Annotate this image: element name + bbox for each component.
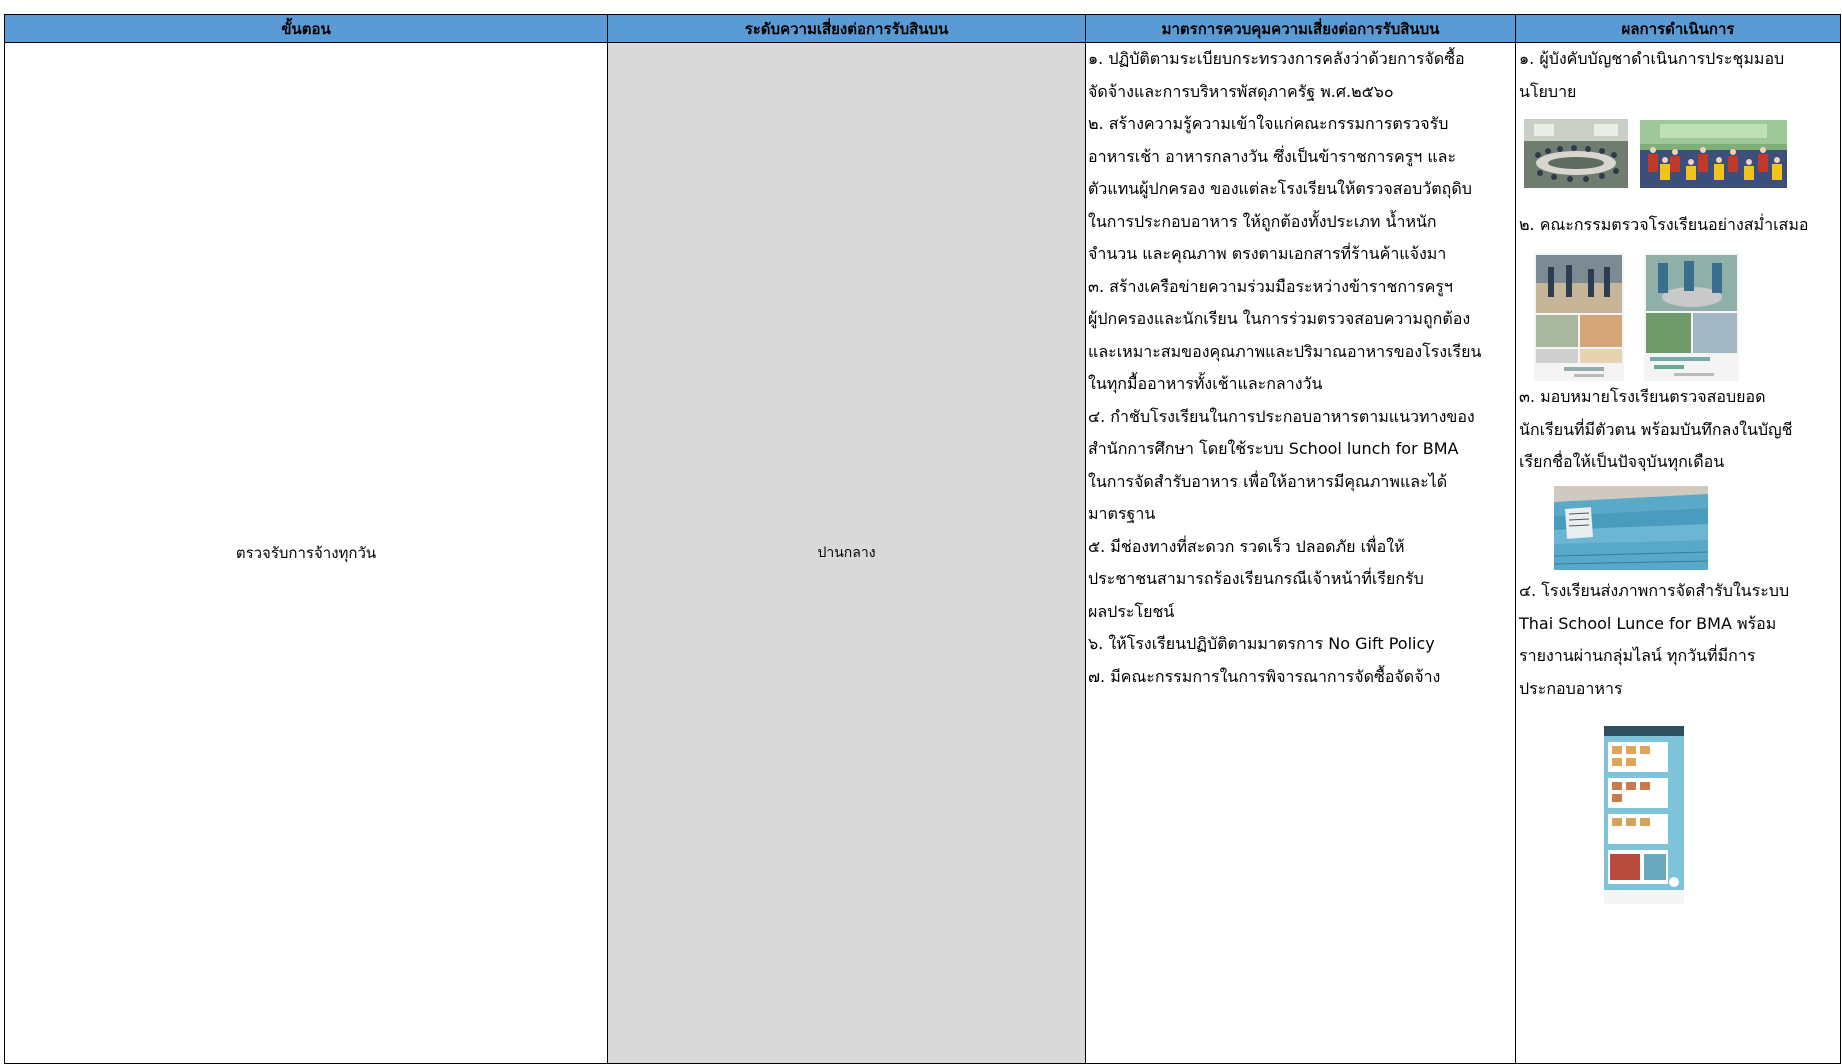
measure-line: จำนวน และคุณภาพ ตรงตามเอกสารที่ร้านค้าแจ… — [1088, 244, 1447, 263]
measure-line: ๖. ให้โรงเรียนปฏิบัติตามมาตรการ No Gift … — [1088, 634, 1435, 653]
result-item-1: ๑. ผู้บังคับบัญชาดำเนินการประชุมมอบ นโยบ… — [1519, 43, 1784, 108]
step-text: ตรวจรับการจ้างทุกวัน — [235, 544, 377, 562]
measure-line: สำนักการศึกษา โดยใช้ระบบ School lunch fo… — [1088, 439, 1459, 458]
measure-line: มาตรฐาน — [1088, 504, 1156, 523]
meeting-photo-2 — [1640, 120, 1787, 188]
result-line: รายงานผ่านกลุ่มไลน์ ทุกวันที่มีการ — [1519, 646, 1756, 665]
table-row: ตรวจรับการจ้างทุกวัน ปานกลาง ๑. ปฏิบัติต… — [4, 42, 1841, 1064]
result-line: ๒. คณะกรรมตรวจโรงเรียนอย่างสม่ำเสมอ — [1519, 215, 1809, 234]
measure-line: ในทุกมื้ออาหารทั้งเช้าและกลางวัน — [1088, 374, 1323, 393]
header-results[interactable]: ผลการดำเนินการ — [1515, 14, 1841, 43]
spreadsheet-sheet: ขั้นตอน ระดับความเสี่ยงต่อการรับสินบน มา… — [0, 0, 1842, 1064]
measure-line: ๔. กำชับโรงเรียนในการประกอบอาหารตามแนวทา… — [1088, 406, 1475, 426]
inspection-photo-1 — [1534, 253, 1624, 381]
result-line: นโยบาย — [1519, 81, 1577, 101]
measure-line: จัดจ้างและการบริหารพัสดุภาครัฐ พ.ศ.๒๕๖๐ — [1088, 81, 1394, 101]
inspection-photo-2 — [1644, 253, 1739, 381]
meeting-photo-1 — [1524, 119, 1628, 188]
measure-line: และเหมาะสมของคุณภาพและปริมาณอาหารของโรงเ… — [1088, 341, 1482, 361]
result-line: นักเรียนที่มีตัวตน พร้อมบันทึกลงในบัญชี — [1519, 419, 1793, 439]
cell-measures[interactable]: ๑. ปฏิบัติตามระเบียบกระทรวงการคลังว่าด้ว… — [1085, 42, 1516, 1064]
result-line: ประกอบอาหาร — [1519, 678, 1623, 698]
measure-line: ๓. สร้างเครือข่ายความร่วมมือระหว่างข้ารา… — [1088, 276, 1453, 296]
result-line: ๓. มอบหมายโรงเรียนตรวจสอบยอด — [1519, 387, 1766, 406]
measure-line: ตัวแทนผู้ปกครอง ของแต่ละโรงเรียนให้ตรวจส… — [1088, 179, 1472, 198]
header-row: ขั้นตอน ระดับความเสี่ยงต่อการรับสินบน มา… — [4, 14, 1841, 43]
risk-measures-table: ขั้นตอน ระดับความเสี่ยงต่อการรับสินบน มา… — [4, 14, 1841, 1064]
result-line: ๔. โรงเรียนส่งภาพการจัดสำรับในระบบ — [1519, 581, 1790, 600]
measure-line: ในการประกอบอาหาร ให้ถูกต้องทั้งประเภท น้… — [1088, 211, 1437, 231]
header-risk-level[interactable]: ระดับความเสี่ยงต่อการรับสินบน — [607, 14, 1086, 43]
result-item-2: ๒. คณะกรรมตรวจโรงเรียนอย่างสม่ำเสมอ — [1519, 209, 1808, 242]
register-documents-photo — [1554, 486, 1708, 570]
line-chat-screenshot — [1604, 726, 1684, 904]
result-line: เรียกชื่อให้เป็นปัจจุบันทุกเดือน — [1519, 452, 1725, 471]
measure-line: ผลประโยชน์ — [1088, 601, 1175, 621]
measure-line: ในการจัดสำรับอาหาร เพื่อให้อาหารมีคุณภาพ… — [1088, 471, 1448, 491]
result-item-4: ๔. โรงเรียนส่งภาพการจัดสำรับในระบบ Thai … — [1519, 575, 1789, 705]
header-measures[interactable]: มาตรการควบคุมความเสี่ยงต่อการรับสินบน — [1085, 14, 1516, 43]
cell-results[interactable]: ๑. ผู้บังคับบัญชาดำเนินการประชุมมอบ นโยบ… — [1515, 42, 1841, 1064]
measures-list: ๑. ปฏิบัติตามระเบียบกระทรวงการคลังว่าด้ว… — [1086, 43, 1515, 693]
result-item-3: ๓. มอบหมายโรงเรียนตรวจสอบยอด นักเรียนที่… — [1519, 381, 1793, 479]
cell-step[interactable]: ตรวจรับการจ้างทุกวัน — [4, 42, 608, 1064]
measure-line: ๗. มีคณะกรรมการในการพิจารณาการจัดซื้อจัด… — [1088, 666, 1441, 686]
cell-risk-level[interactable]: ปานกลาง — [607, 42, 1086, 1064]
result-line: Thai School Lunce for BMA พร้อม — [1519, 613, 1777, 633]
measure-line: อาหารเช้า อาหารกลางวัน ซึ่งเป็นข้าราชการ… — [1088, 146, 1457, 166]
measure-line: ๒. สร้างความรู้ความเข้าใจแก่คณะกรรมการตร… — [1088, 114, 1449, 133]
measure-line: ๑. ปฏิบัติตามระเบียบกระทรวงการคลังว่าด้ว… — [1088, 49, 1465, 68]
header-step[interactable]: ขั้นตอน — [4, 14, 608, 43]
result-line: ๑. ผู้บังคับบัญชาดำเนินการประชุมมอบ — [1519, 49, 1785, 68]
measure-line: ๕. มีช่องทางที่สะดวก รวดเร็ว ปลอดภัย เพื… — [1088, 536, 1405, 556]
measure-line: ประชาชนสามารถร้องเรียนกรณีเจ้าหน้าที่เรี… — [1088, 569, 1424, 588]
risk-level-text: ปานกลาง — [817, 545, 876, 561]
measure-line: ผู้ปกครองและนักเรียน ในการร่วมตรวจสอบควา… — [1088, 309, 1471, 328]
